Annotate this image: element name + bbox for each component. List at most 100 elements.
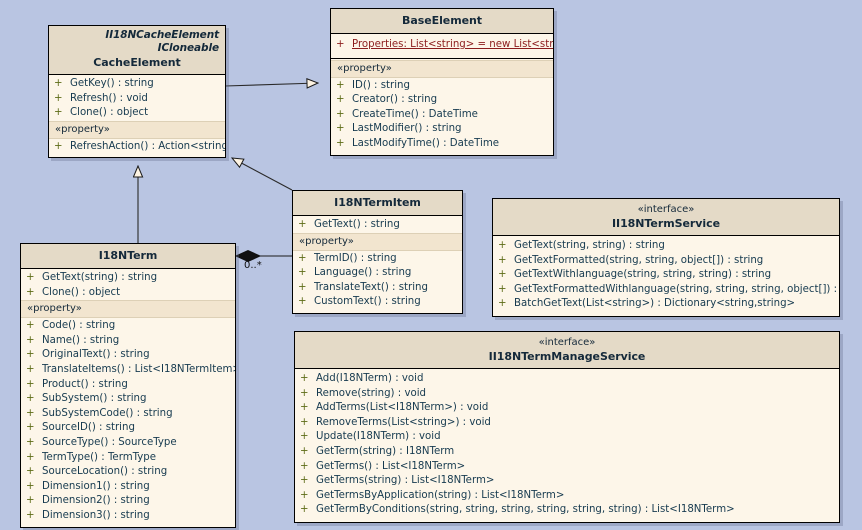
member-row: + ID() : string: [331, 79, 553, 94]
member-signature: Clone() : object: [70, 106, 148, 121]
member-signature: Refresh() : void: [70, 92, 148, 107]
visibility-marker: +: [26, 451, 42, 466]
member-signature: Name() : string: [42, 334, 119, 349]
class-header-i18nterm: I18NTerm: [21, 244, 235, 269]
member-row: + SourceLocation() : string: [21, 465, 235, 480]
visibility-marker: +: [498, 283, 514, 298]
member-signature: Clone() : object: [42, 286, 120, 301]
class-baseelement[interactable]: BaseElement + Properties: List<string> =…: [330, 8, 554, 156]
member-row: + CustomText() : string: [293, 295, 462, 310]
member-row: + Update(I18NTerm) : void: [295, 430, 839, 445]
member-row: + Add(I18NTerm) : void: [295, 372, 839, 387]
member-row: + Name() : string: [21, 334, 235, 349]
member-signature: SourceType() : SourceType: [42, 436, 177, 451]
visibility-marker: +: [26, 348, 42, 363]
member-row: + Code() : string: [21, 319, 235, 334]
member-row: + TranslateText() : string: [293, 281, 462, 296]
property-band: «property»: [293, 233, 462, 251]
visibility-marker: +: [298, 295, 314, 310]
member-signature: CreateTime() : DateTime: [352, 108, 478, 123]
class-i18nterm[interactable]: I18NTerm + GetText(string) : string + Cl…: [20, 243, 236, 528]
member-signature: Code() : string: [42, 319, 115, 334]
member-signature: Creator() : string: [352, 93, 437, 108]
member-section-properties: «property» + ID() : string + Creator() :…: [331, 58, 553, 155]
member-row: + GetText(string) : string: [21, 271, 235, 286]
visibility-marker: +: [26, 465, 42, 480]
member-signature: CustomText() : string: [314, 295, 421, 310]
member-row: + Dimension1() : string: [21, 480, 235, 495]
member-row: + AddTerms(List<I18NTerm>) : void: [295, 401, 839, 416]
visibility-marker: +: [336, 93, 352, 108]
visibility-marker: +: [300, 387, 316, 402]
member-row: + GetTerms() : List<I18NTerm>: [295, 460, 839, 475]
member-signature: GetTermByConditions(string, string, stri…: [316, 503, 735, 518]
class-header-ii18ntermmanageservice: «interface» II18NTermManageService: [295, 332, 839, 369]
visibility-marker: +: [26, 392, 42, 407]
member-signature: GetTerms(string) : List<I18NTerm>: [316, 474, 494, 489]
member-signature: RefreshAction() : Action<string>: [70, 140, 225, 155]
visibility-marker: +: [54, 140, 70, 155]
visibility-marker: +: [336, 137, 352, 152]
visibility-marker: +: [26, 509, 42, 524]
member-signature: LastModifier() : string: [352, 122, 462, 137]
multiplicity-label: 0..*: [244, 260, 262, 271]
member-row: + Dimension3() : string: [21, 509, 235, 524]
visibility-marker: +: [300, 416, 316, 431]
visibility-marker: +: [298, 252, 314, 267]
visibility-marker: +: [26, 407, 42, 422]
visibility-marker: +: [300, 430, 316, 445]
visibility-marker: +: [336, 79, 352, 94]
class-cacheelement[interactable]: II18NCacheElement ICloneable CacheElemen…: [48, 25, 226, 158]
member-signature: GetTermsByApplication(string) : List<I18…: [316, 489, 564, 504]
visibility-marker: +: [498, 254, 514, 269]
visibility-marker: +: [298, 281, 314, 296]
visibility-marker: +: [26, 421, 42, 436]
class-header-baseelement: BaseElement: [331, 9, 553, 34]
member-row: + GetTerm(string) : I18NTerm: [295, 445, 839, 460]
member-section-operations: + GetText(string, string) : string + Get…: [493, 236, 839, 316]
visibility-marker: +: [300, 445, 316, 460]
visibility-marker: +: [498, 268, 514, 283]
visibility-marker: +: [54, 92, 70, 107]
member-signature: GetTextFormatted(string, string, object[…: [514, 254, 763, 269]
class-header-cacheelement: II18NCacheElement ICloneable CacheElemen…: [49, 26, 225, 75]
member-row: + GetTermByConditions(string, string, st…: [295, 503, 839, 518]
member-section-operations: + GetText() : string «property» + TermID…: [293, 216, 462, 313]
class-ii18ntermservice[interactable]: «interface» II18NTermService + GetText(s…: [492, 198, 840, 317]
class-header-i18ntermitem: I18NTermItem: [293, 191, 462, 216]
member-signature: Properties: List<string> = new List<stri…: [352, 38, 553, 53]
visibility-marker: +: [26, 480, 42, 495]
member-signature: Product() : string: [42, 378, 128, 393]
member-signature: GetKey() : string: [70, 77, 154, 92]
member-row: + Remove(string) : void: [295, 387, 839, 402]
property-band: «property»: [331, 60, 553, 78]
member-section-operations: + GetText(string) : string + Clone() : o…: [21, 269, 235, 527]
member-signature: Update(I18NTerm) : void: [316, 430, 441, 445]
relationship-cacheelement-baseelement: [225, 83, 318, 86]
stereotype-label: «interface»: [499, 203, 833, 216]
visibility-marker: +: [336, 38, 352, 53]
member-row: + GetKey() : string: [49, 77, 225, 92]
member-row-static: + Properties: List<string> = new List<st…: [331, 38, 553, 53]
member-signature: Dimension3() : string: [42, 509, 150, 524]
visibility-marker: +: [300, 372, 316, 387]
class-name: I18NTermItem: [299, 195, 456, 210]
visibility-marker: +: [54, 77, 70, 92]
member-signature: GetTextFormattedWithlanguage(string, str…: [514, 283, 839, 298]
member-signature: GetText() : string: [314, 218, 400, 233]
visibility-marker: +: [298, 218, 314, 233]
class-name: II18NTermManageService: [301, 349, 833, 364]
member-row: + TranslateItems() : List<I18NTermItem>: [21, 363, 235, 378]
class-ii18ntermmanageservice[interactable]: «interface» II18NTermManageService + Add…: [294, 331, 840, 523]
member-row: + TermType() : TermType: [21, 451, 235, 466]
visibility-marker: +: [26, 271, 42, 286]
member-row: + GetTerms(string) : List<I18NTerm>: [295, 474, 839, 489]
member-section-operations: + GetKey() : string + Refresh() : void +…: [49, 75, 225, 157]
class-i18ntermitem[interactable]: I18NTermItem + GetText() : string «prope…: [292, 190, 463, 314]
member-signature: GetTextWithlanguage(string, string, stri…: [514, 268, 771, 283]
member-row: + Clone() : object: [21, 286, 235, 301]
member-signature: GetText(string) : string: [42, 271, 157, 286]
member-signature: Dimension2() : string: [42, 494, 150, 509]
uml-diagram-canvas: II18NCacheElement ICloneable CacheElemen…: [0, 0, 862, 530]
member-row: + TermID() : string: [293, 252, 462, 267]
